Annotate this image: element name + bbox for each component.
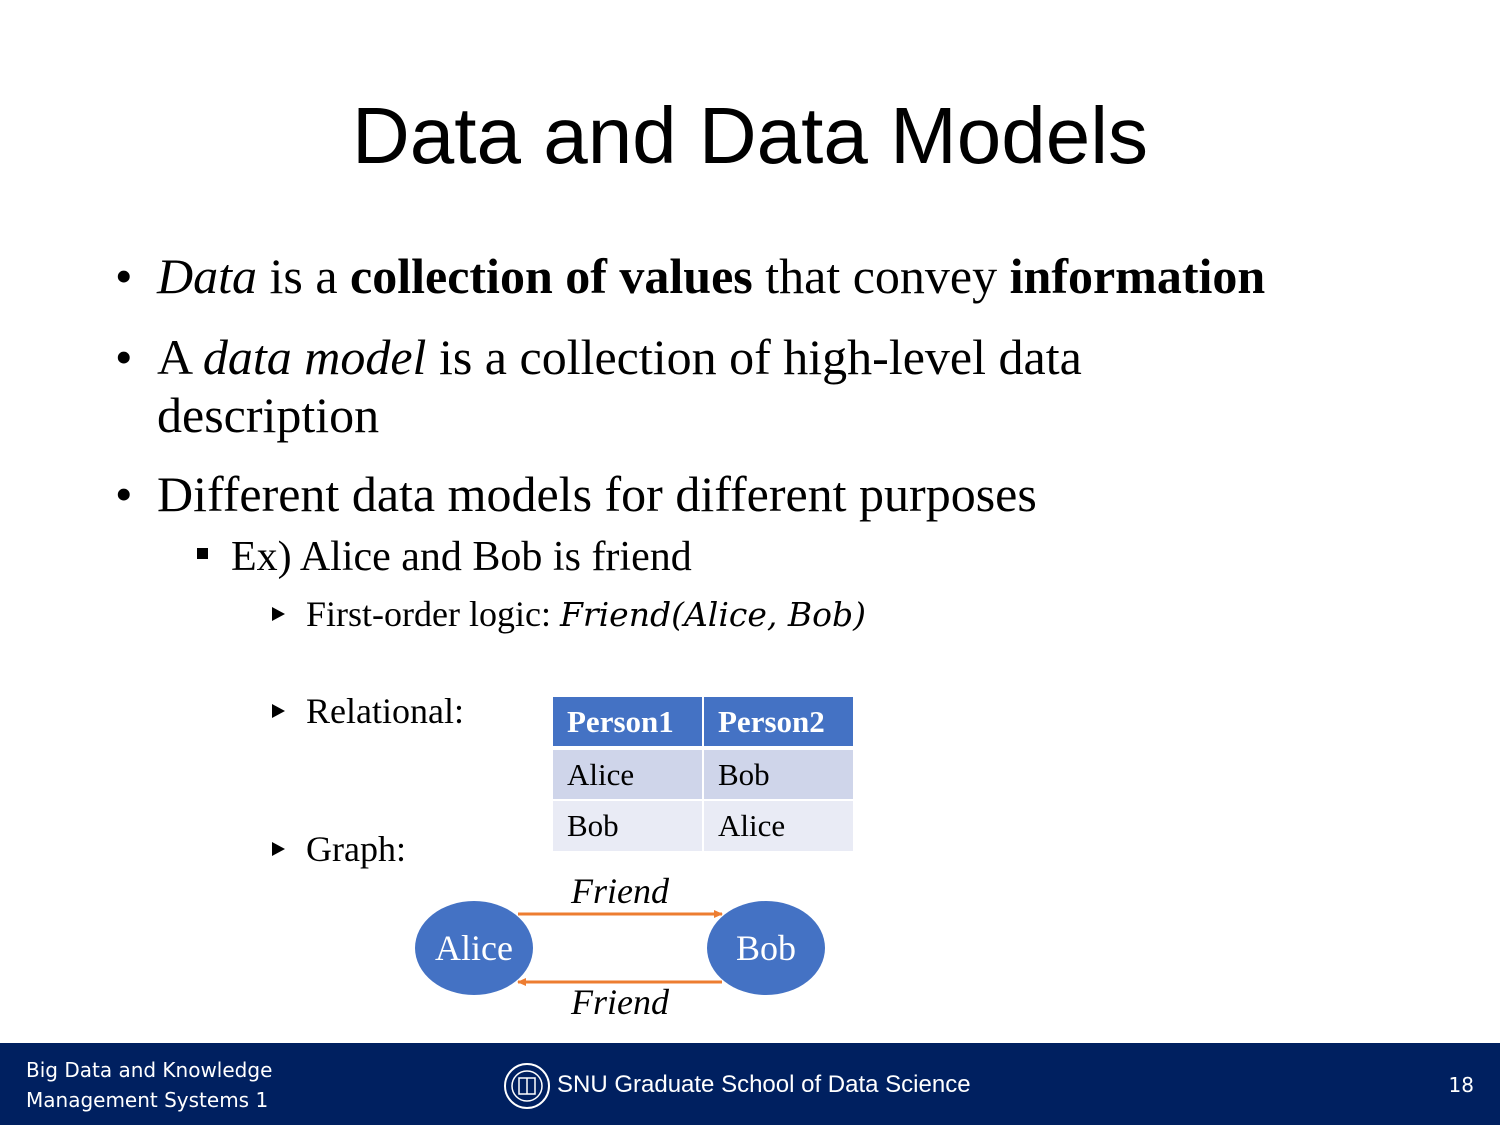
bullet-text: information: [1009, 248, 1266, 304]
sub-bullet-text: Ex) Alice and Bob is friend: [231, 534, 692, 580]
table-row: Alice Bob: [551, 747, 855, 801]
page-number: 18: [1448, 1073, 1474, 1097]
table-header-cell: Person1: [551, 695, 704, 750]
bullet-text: A: [157, 329, 203, 385]
table-cell: Alice: [702, 799, 855, 853]
relational-table: Person1 Person2 Alice Bob Bob Alice: [551, 695, 855, 853]
snu-logo-icon: [504, 1063, 550, 1109]
bullet-dot: •: [115, 329, 133, 385]
square-bullet-icon: [197, 548, 208, 559]
slide-title: Data and Data Models: [351, 91, 1148, 180]
item-graph: Graph:: [272, 827, 406, 871]
bullet-dot: •: [115, 248, 133, 304]
bullet-text: that convey: [752, 248, 1010, 304]
bullet-data-model-definition: • A data model is a collection of high-l…: [115, 328, 1082, 444]
footer-bar: Big Data and Knowledge Management System…: [0, 1043, 1500, 1125]
item-relational: Relational:: [272, 689, 464, 733]
sub-bullet-example: Ex) Alice and Bob is friend: [197, 532, 692, 582]
first-order-label: First-order logic:: [306, 594, 560, 634]
bullet-text: data model: [202, 329, 427, 385]
first-order-formula: Friend(Alice, Bob): [559, 595, 867, 634]
friend-graph: Alice Bob Friend Friend: [415, 871, 825, 1022]
table-row: Bob Alice: [551, 799, 855, 853]
triangle-bullet-icon: [272, 704, 285, 718]
table-cell: Alice: [551, 747, 704, 801]
table-header-row: Person1 Person2: [551, 695, 855, 750]
bullet-text: collection of values: [350, 248, 753, 304]
school-name: SNU Graduate School of Data Science: [557, 1071, 971, 1098]
graph-label: Graph:: [306, 829, 406, 869]
triangle-bullet-icon: [272, 842, 285, 856]
relational-label: Relational:: [306, 691, 464, 731]
edge-label-bottom: Friend: [570, 982, 670, 1022]
course-name-line: Management Systems 1: [26, 1088, 269, 1112]
bullet-text: is a collection of high-level data: [426, 329, 1082, 385]
triangle-bullet-icon: [272, 607, 285, 621]
bullet-text: is a: [257, 248, 351, 304]
bullet-text: Different data models for different purp…: [157, 466, 1037, 522]
bullet-text: description: [157, 387, 380, 443]
bullet-dot: •: [115, 466, 133, 522]
bullet-different-models: • Different data models for different pu…: [115, 465, 1037, 523]
course-name-line: Big Data and Knowledge: [26, 1058, 273, 1082]
node-bob-label: Bob: [736, 928, 796, 968]
table-cell: Bob: [551, 799, 704, 853]
bullet-text: Data: [157, 248, 257, 304]
bullet-data-definition: • Data is a collection of values that co…: [115, 247, 1266, 305]
item-first-order-logic: First-order logic: Friend(Alice, Bob): [272, 592, 867, 637]
course-name: Big Data and Knowledge Management System…: [26, 1055, 272, 1115]
edge-label-top: Friend: [570, 871, 670, 911]
node-alice-label: Alice: [435, 928, 513, 968]
table-header-cell: Person2: [702, 695, 855, 750]
table-cell: Bob: [702, 747, 855, 801]
